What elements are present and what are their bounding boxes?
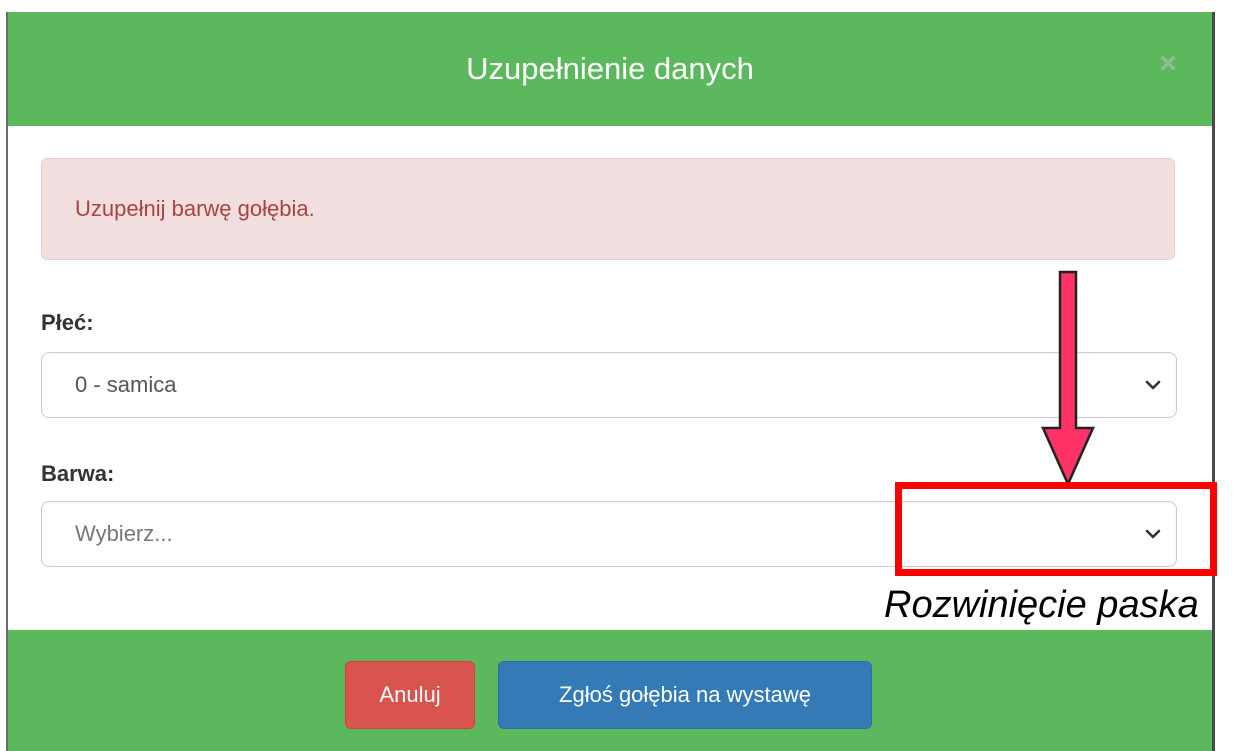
arrow-down-icon	[1041, 270, 1095, 488]
backdrop-edge-right	[1212, 12, 1215, 751]
color-select-placeholder: Wybierz...	[75, 521, 173, 546]
sex-select-value: 0 - samica	[75, 372, 177, 397]
annotation-highlight-box	[895, 482, 1217, 576]
annotation-caption: Rozwinięcie paska	[884, 584, 1199, 626]
cancel-button[interactable]: Anuluj	[345, 661, 475, 729]
chevron-down-icon	[1145, 380, 1161, 390]
modal-footer: Anuluj Zgłoś gołębia na wystawę	[8, 630, 1212, 751]
close-icon[interactable]: ×	[1148, 44, 1188, 84]
modal-dialog: Uzupełnienie danych × Uzupełnij barwę go…	[8, 12, 1212, 751]
modal-header: Uzupełnienie danych ×	[8, 12, 1212, 126]
screenshot-stage: Uzupełnienie danych × Uzupełnij barwę go…	[0, 0, 1235, 751]
sex-select[interactable]: 0 - samica	[41, 352, 1177, 418]
submit-pigeon-button[interactable]: Zgłoś gołębia na wystawę	[498, 661, 872, 729]
alert-danger: Uzupełnij barwę gołębia.	[41, 158, 1175, 260]
sex-label: Płeć:	[41, 310, 94, 335]
modal-title: Uzupełnienie danych	[466, 51, 754, 86]
color-label: Barwa:	[41, 461, 115, 486]
